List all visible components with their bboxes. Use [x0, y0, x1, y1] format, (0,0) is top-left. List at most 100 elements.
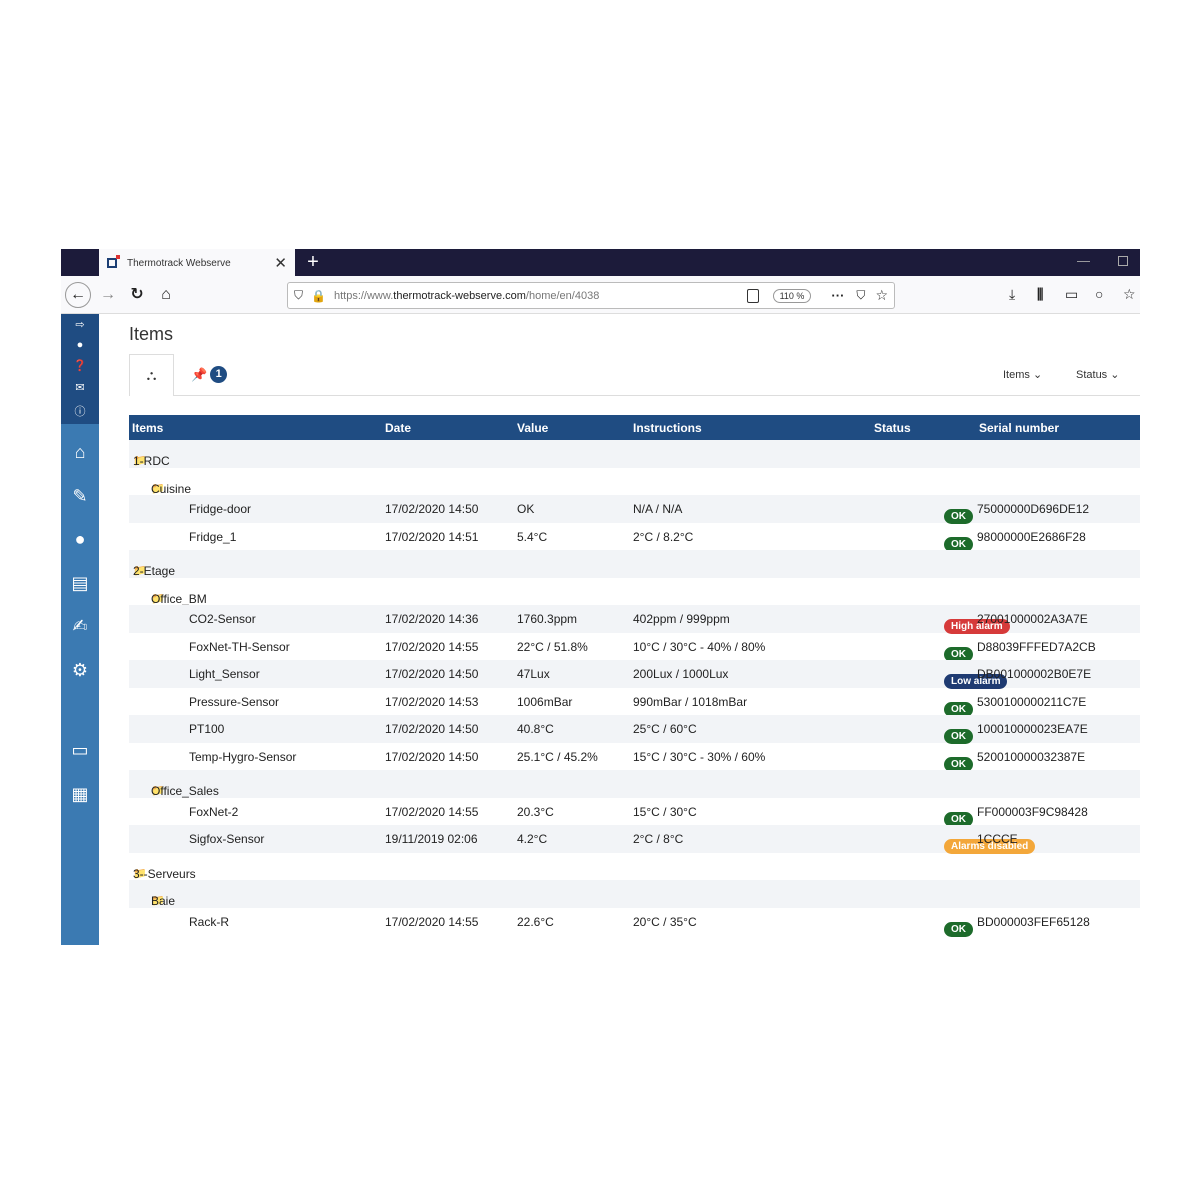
header-date[interactable]: Date	[385, 421, 411, 435]
item-name[interactable]: Sigfox-Sensor	[189, 832, 264, 846]
table-group-row[interactable]: ⌄ 📁 Baie	[129, 880, 1140, 908]
item-serial: BD000003FEF65128	[977, 914, 1090, 929]
bomb-icon[interactable]: ●	[61, 529, 99, 550]
download-icon[interactable]: ⤓	[1009, 286, 1015, 303]
table-row[interactable]: CO2-Sensor 17/02/2020 14:36 1760.3ppm 402pp…	[129, 605, 1140, 634]
zoom-level[interactable]: 110 %	[772, 288, 812, 303]
item-instructions: 2°C / 8.2°C	[633, 529, 694, 544]
forward-button[interactable]: →	[99, 283, 117, 307]
header-value[interactable]: Value	[517, 421, 548, 435]
item-value: 4.2°C	[517, 832, 548, 846]
item-name[interactable]: CO2-Sensor	[189, 612, 256, 626]
url-bar[interactable]: ⛉ 🔒 https://www.thermotrack-webserve.com…	[287, 282, 895, 309]
monitor-icon[interactable]: ▭	[61, 740, 99, 761]
cogs-icon[interactable]: ⚙	[61, 660, 99, 681]
app-sidebar: ⇨ ● ❓ ✉ ⓘ ⌂ ✎ ● ▤ ✍ ⚙ ▭ ▦	[61, 314, 99, 945]
item-name[interactable]: Light_Sensor	[189, 667, 260, 681]
table-group-row[interactable]: ⌄ 📁 3--Serveurs	[129, 853, 1140, 881]
item-name[interactable]: Temp-Hygro-Sensor	[189, 750, 296, 764]
items-table: Items Date Value Instructions Status Ser…	[129, 415, 1140, 937]
help-icon[interactable]: ❓	[61, 359, 99, 372]
status-badge: OK	[944, 921, 973, 937]
new-tab-button[interactable]: +	[303, 249, 323, 276]
close-tab-icon[interactable]: ✕	[274, 256, 287, 271]
pencil-icon[interactable]: ✎	[61, 486, 99, 507]
item-date: 17/02/2020 14:36	[385, 612, 479, 626]
table-row[interactable]: Fridge_1 17/02/2020 14:51 5.4°C 2°C / 8.2°C…	[129, 523, 1140, 552]
url-path: /home/en/4038	[525, 289, 600, 302]
table-row[interactable]: Fridge-door 17/02/2020 14:50 OK N/A / N/A OK…	[129, 495, 1140, 524]
item-date: 17/02/2020 14:55	[385, 639, 479, 654]
home-button[interactable]: ⌂	[155, 283, 177, 307]
table-row[interactable]: Light_Sensor 17/02/2020 14:50 47Lux 200Lux …	[129, 660, 1140, 689]
item-name[interactable]: Pressure-Sensor	[189, 695, 279, 709]
item-value: 20.3°C	[517, 804, 554, 819]
chevron-down-icon: ⌄	[1032, 369, 1043, 381]
status-dropdown[interactable]: Status ⌄	[1076, 368, 1119, 381]
item-name[interactable]: FoxNet-TH-Sensor	[189, 640, 290, 654]
back-button[interactable]: ←	[65, 282, 91, 308]
tab-pinned[interactable]: 📌 1	[191, 366, 228, 383]
favicon-icon	[107, 255, 120, 268]
status-dropdown-label: Status	[1076, 369, 1108, 381]
pocket-icon[interactable]: ⛉	[856, 288, 865, 303]
item-date: 19/11/2019 02:06	[385, 832, 478, 846]
header-status[interactable]: Status	[874, 421, 911, 435]
table-row[interactable]: Sigfox-Sensor 19/11/2019 02:06 4.2°C 2°C / …	[129, 825, 1140, 854]
home-icon[interactable]: ⌂	[61, 442, 99, 463]
table-group-row[interactable]: ⌄ 📁 Office_Sales	[129, 770, 1140, 798]
sidebar-top-section: ⇨ ● ❓ ✉ ⓘ	[61, 314, 99, 424]
extension-star-icon[interactable]: ☆	[1123, 286, 1136, 303]
table-group-row[interactable]: ⌄ 📁 Office_BM	[129, 578, 1140, 606]
bookmark-star-icon[interactable]: ☆	[875, 287, 888, 304]
edit-icon[interactable]: ✍	[61, 616, 99, 637]
header-serial-number[interactable]: Serial number	[979, 421, 1059, 435]
minimize-icon[interactable]: —	[1077, 253, 1090, 268]
hard-drive-icon[interactable]: ▤	[61, 573, 99, 594]
table-row[interactable]: Rack-R 17/02/2020 14:55 22.6°C 20°C / 35°C O…	[129, 908, 1140, 937]
browser-tab[interactable]: Thermotrack Webserve ✕	[99, 249, 295, 277]
tab-tree-view[interactable]: ⛬	[129, 354, 174, 396]
main-content: Items ⛬ 📌 1 Items ⌄ Status ⌄ Items Date …	[129, 314, 1140, 945]
shield-icon[interactable]: ⛉	[294, 288, 303, 303]
reader-view-icon[interactable]	[746, 288, 759, 303]
reload-button[interactable]: ↻	[127, 283, 147, 307]
chat-icon[interactable]: ✉	[61, 381, 99, 394]
items-dropdown[interactable]: Items ⌄	[1003, 368, 1042, 381]
table-group-row[interactable]: ⌄ 📁 Cuisine	[129, 468, 1140, 496]
library-icon[interactable]: ⫼	[1037, 286, 1043, 303]
sitemap-icon: ⛬	[146, 367, 157, 383]
table-row[interactable]: FoxNet-TH-Sensor 17/02/2020 14:55 22°C / 5…	[129, 633, 1140, 662]
logout-icon[interactable]: ⇨	[61, 318, 99, 331]
sidebar-toggle-icon[interactable]: ▭	[1065, 286, 1078, 303]
table-group-row[interactable]: ⌄ 📁 1-RDC	[129, 440, 1140, 468]
more-icon[interactable]: ···	[831, 288, 844, 303]
table-row[interactable]: Pressure-Sensor 17/02/2020 14:53 1006mBar 9…	[129, 688, 1140, 717]
maximize-icon[interactable]	[1118, 256, 1128, 266]
chevron-down-icon: ⌄	[1110, 369, 1120, 381]
page-title: Items	[129, 324, 174, 344]
info-icon[interactable]: ⓘ	[61, 403, 99, 419]
item-name[interactable]: Fridge_1	[189, 530, 236, 544]
table-row[interactable]: PT100 17/02/2020 14:50 40.8°C 25°C / 60°C OK…	[129, 715, 1140, 744]
item-instructions: 15°C / 30°C - 30% / 60%	[633, 749, 766, 764]
url-domain: thermotrack-webserve.com	[393, 289, 526, 302]
item-date: 17/02/2020 14:50	[385, 722, 479, 736]
table-row[interactable]: FoxNet-2 17/02/2020 14:55 20.3°C 15°C / 30°…	[129, 798, 1140, 827]
item-name[interactable]: Rack-R	[189, 915, 229, 929]
item-name[interactable]: FoxNet-2	[189, 805, 238, 819]
table-row[interactable]: Temp-Hygro-Sensor 17/02/2020 14:50 25.1°C …	[129, 743, 1140, 772]
item-value: 22.6°C	[517, 914, 554, 929]
item-name[interactable]: Fridge-door	[189, 502, 251, 516]
url-text[interactable]: https://www.thermotrack-webserve.com/hom…	[334, 290, 747, 302]
user-icon[interactable]: ●	[61, 339, 99, 351]
header-items[interactable]: Items	[132, 421, 163, 435]
table-group-row[interactable]: ⌄ 📁 2-Etage	[129, 550, 1140, 578]
group-name: 2-Etage	[133, 564, 176, 578]
lock-icon[interactable]: 🔒	[311, 289, 326, 303]
account-icon[interactable]: ○	[1095, 286, 1103, 302]
header-instructions[interactable]: Instructions	[633, 421, 702, 435]
item-date: 17/02/2020 14:53	[385, 694, 479, 709]
item-name[interactable]: PT100	[189, 722, 224, 736]
qrcode-icon[interactable]: ▦	[61, 784, 99, 805]
